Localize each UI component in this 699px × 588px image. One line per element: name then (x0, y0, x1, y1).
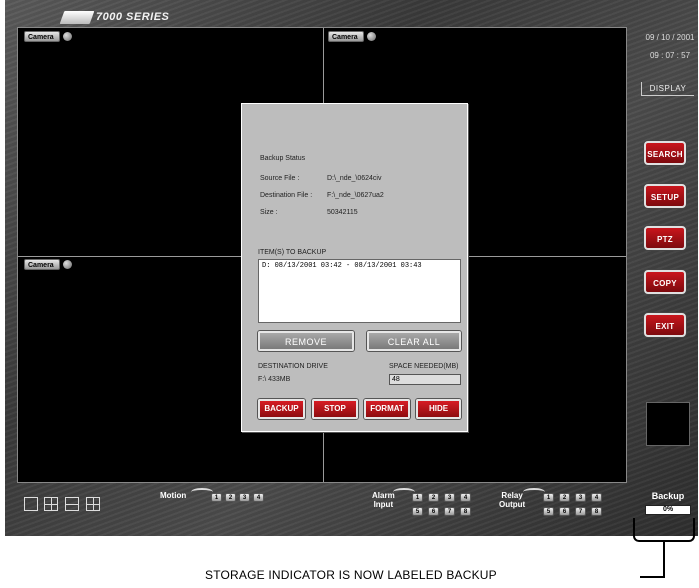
icon-line (93, 498, 94, 510)
search-button[interactable]: SEARCH (644, 141, 686, 165)
relay-label-line-2: Output (499, 500, 526, 509)
motion-arc-icon (191, 488, 213, 496)
logo-series: 7000 SERIES (96, 11, 170, 23)
clear-all-button[interactable]: CLEAR ALL (367, 331, 461, 351)
motion-channel-2[interactable]: 2 (225, 493, 236, 502)
destination-file-value: F:\_nde_\0627ua2 (327, 192, 384, 199)
relay-channel-6[interactable]: 6 (559, 507, 570, 516)
exit-button[interactable]: EXIT (644, 313, 686, 337)
alarm-channel-7[interactable]: 7 (444, 507, 455, 516)
callout-leader-horizontal (640, 576, 665, 578)
relay-channel-2[interactable]: 2 (559, 493, 570, 502)
ptz-button[interactable]: PTZ (644, 226, 686, 250)
alarm-channel-1[interactable]: 1 (412, 493, 423, 502)
copy-button[interactable]: COPY (644, 270, 686, 294)
alarm-channel-6[interactable]: 6 (428, 507, 439, 516)
backup-dialog: Backup Status Source File : D:\_nde_\062… (241, 103, 468, 432)
split-view-icon[interactable] (65, 497, 79, 511)
space-needed-field: 48 (389, 374, 461, 385)
destination-drive-value: F:\ 433MB (258, 376, 291, 383)
camera-label-3[interactable]: Camera 3 (24, 259, 60, 280)
callout-bracket (633, 518, 695, 542)
date-text: 09 / 10 / 2001 (645, 33, 695, 42)
list-item[interactable]: D: 08/13/2001 03:42 - 08/13/2001 03:43 (262, 262, 457, 270)
brand-logo: 7000 SERIES (59, 10, 170, 24)
relay-label-line-1: Relay (501, 491, 523, 500)
icon-line (66, 504, 78, 505)
relay-channel-1[interactable]: 1 (543, 493, 554, 502)
relay-arc-icon (523, 488, 545, 496)
relay-channel-5[interactable]: 5 (543, 507, 554, 516)
alarm-channel-4[interactable]: 4 (460, 493, 471, 502)
hide-button[interactable]: HIDE (416, 399, 461, 419)
multi-view-icon[interactable] (86, 497, 100, 511)
source-file-value: D:\_nde_\0624civ (327, 175, 382, 182)
time-text: 09 : 07 : 57 (649, 51, 691, 60)
motion-channel-4[interactable]: 4 (253, 493, 264, 502)
setup-button[interactable]: SETUP (644, 184, 686, 208)
size-value: 50342115 (327, 209, 358, 216)
relay-channel-8[interactable]: 8 (591, 507, 602, 516)
motion-label: Motion (160, 491, 187, 500)
display-label: DISPLAY (641, 82, 694, 96)
alarm-label-line-1: Alarm (372, 491, 395, 500)
datetime-display: 09 / 10 / 2001 09 : 07 : 57 (645, 33, 695, 69)
camera-status-icon (367, 32, 376, 41)
size-label: Size : (260, 209, 278, 216)
app-root: 7000 SERIES Camera 1 Camera 2 Camera 3 0… (0, 0, 699, 588)
alarm-label: Alarm Input (372, 491, 395, 509)
preview-box (646, 402, 690, 446)
camera-status-icon (63, 260, 72, 269)
remove-button[interactable]: REMOVE (258, 331, 354, 351)
camera-label-2[interactable]: Camera 2 (328, 31, 364, 52)
logo-mark-icon (59, 10, 95, 24)
relay-channel-4[interactable]: 4 (591, 493, 602, 502)
destination-drive-label: DESTINATION DRIVE (258, 363, 328, 370)
source-file-label: Source File : (260, 175, 300, 182)
icon-line (51, 498, 52, 510)
camera-status-icon (63, 32, 72, 41)
stop-button[interactable]: STOP (312, 399, 358, 419)
backup-indicator-label: Backup (651, 491, 685, 501)
callout-leader-vertical (663, 542, 665, 577)
single-view-icon[interactable] (24, 497, 38, 511)
destination-file-label: Destination File : (260, 192, 313, 199)
callout-text: STORAGE INDICATOR IS NOW LABELED BACKUP (205, 568, 497, 582)
backup-button[interactable]: BACKUP (258, 399, 305, 419)
items-to-backup-label: ITEM(S) TO BACKUP (258, 249, 327, 256)
relay-channel-7[interactable]: 7 (575, 507, 586, 516)
alarm-channel-5[interactable]: 5 (412, 507, 423, 516)
format-button[interactable]: FORMAT (364, 399, 410, 419)
space-needed-label: SPACE NEEDED(MB) (389, 363, 459, 370)
alarm-channel-8[interactable]: 8 (460, 507, 471, 516)
relay-channel-3[interactable]: 3 (575, 493, 586, 502)
relay-label: Relay Output (499, 491, 525, 509)
dialog-body: Backup Status Source File : D:\_nde_\062… (242, 104, 467, 431)
motion-channel-1[interactable]: 1 (211, 493, 222, 502)
motion-channel-3[interactable]: 3 (239, 493, 250, 502)
backup-status-title: Backup Status (260, 155, 306, 162)
quad-view-icon[interactable] (44, 497, 58, 511)
alarm-label-line-2: Input (373, 500, 394, 509)
camera-label-1[interactable]: Camera 1 (24, 31, 60, 52)
alarm-channel-2[interactable]: 2 (428, 493, 439, 502)
alarm-channel-3[interactable]: 3 (444, 493, 455, 502)
backup-items-list[interactable]: D: 08/13/2001 03:42 - 08/13/2001 03:43 (258, 259, 461, 323)
backup-progress-bar: 0% (645, 505, 691, 515)
